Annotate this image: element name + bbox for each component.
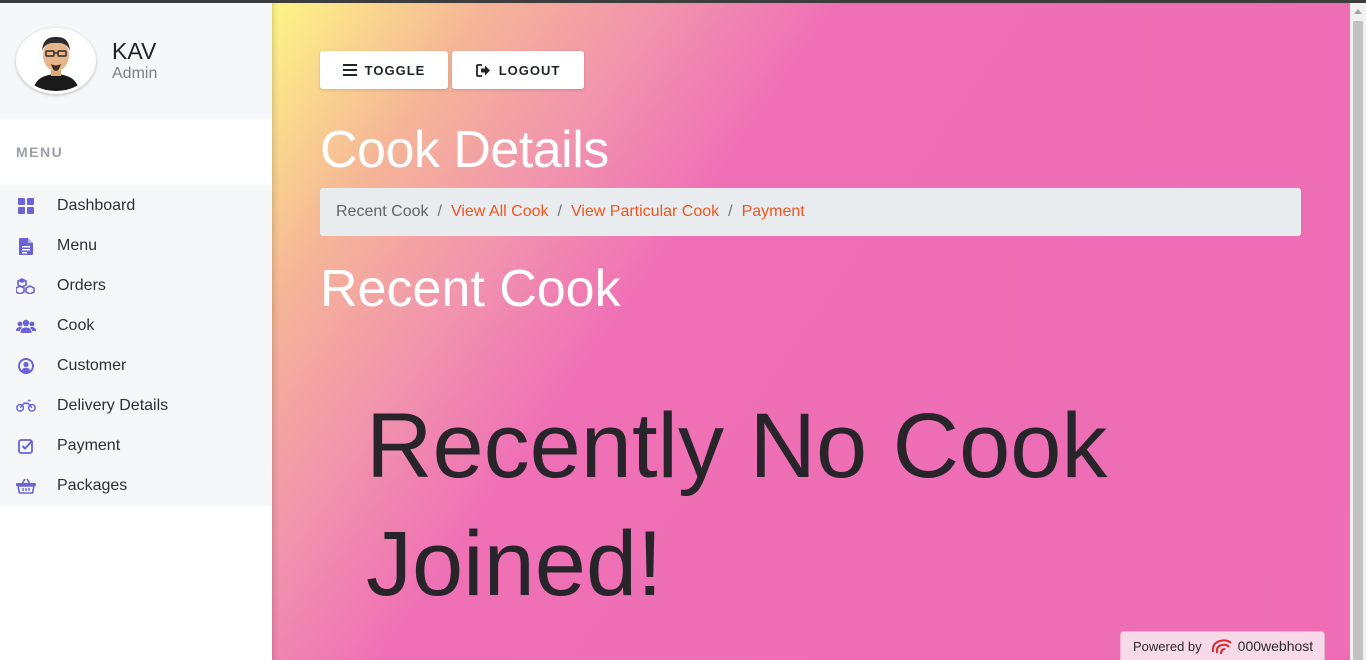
hamburger-icon xyxy=(342,64,357,76)
breadcrumb-link-view-particular-cook[interactable]: View Particular Cook xyxy=(571,203,719,221)
breadcrumb-current: Recent Cook xyxy=(336,203,429,220)
main-content: TOGGLE LOGOUT Cook Details Recent Cook /… xyxy=(272,3,1350,660)
sidebar-item-label: Payment xyxy=(57,437,121,454)
check-square-icon xyxy=(16,436,36,456)
vertical-scrollbar[interactable] xyxy=(1350,3,1366,660)
document-icon xyxy=(16,236,36,256)
avatar[interactable] xyxy=(16,28,96,94)
sidebar-item-label: Dashboard xyxy=(57,197,136,214)
users-icon xyxy=(16,316,36,336)
toggle-button[interactable]: TOGGLE xyxy=(320,51,448,89)
sidebar-item-cook[interactable]: Cook xyxy=(0,306,272,346)
sidebar: KAV Admin MENU Dashboard Menu Orders Coo… xyxy=(0,3,272,660)
sidebar-item-dashboard[interactable]: Dashboard xyxy=(0,186,272,226)
profile-card: KAV Admin xyxy=(0,3,272,119)
sidebar-item-packages[interactable]: Packages xyxy=(0,466,272,506)
logout-button[interactable]: LOGOUT xyxy=(452,51,584,89)
sidebar-item-delivery-details[interactable]: Delivery Details xyxy=(0,386,272,426)
sidebar-item-label: Delivery Details xyxy=(57,397,169,414)
sidebar-item-label: Orders xyxy=(57,277,106,294)
scrollbar-thumb[interactable] xyxy=(1353,21,1363,660)
sidebar-item-label: Packages xyxy=(57,477,128,494)
scroll-up-arrow-icon[interactable] xyxy=(1350,3,1366,20)
sidebar-item-label: Customer xyxy=(57,357,127,374)
breadcrumb-separator: / xyxy=(437,203,442,220)
sidebar-item-label: Cook xyxy=(57,317,95,334)
sidebar-item-customer[interactable]: Customer xyxy=(0,346,272,386)
sign-out-icon xyxy=(475,63,490,77)
profile-role: Admin xyxy=(112,65,158,82)
sidebar-item-payment[interactable]: Payment xyxy=(0,426,272,466)
user-circle-icon xyxy=(16,356,36,376)
profile-name: KAV xyxy=(112,38,157,64)
breadcrumb: Recent Cook / View All Cook / View Parti… xyxy=(320,188,1301,236)
logout-label: LOGOUT xyxy=(498,62,561,78)
section-title: Recent Cook xyxy=(320,260,621,318)
toggle-label: TOGGLE xyxy=(364,62,426,78)
powered-by-label: Powered by xyxy=(1133,638,1202,654)
sidebar-nav: Dashboard Menu Orders Cook Customer Deli… xyxy=(0,185,272,506)
sidebar-item-menu[interactable]: Menu xyxy=(0,226,272,266)
sidebar-item-orders[interactable]: Orders xyxy=(0,266,272,306)
dashboard-icon xyxy=(16,196,36,216)
breadcrumb-link-payment[interactable]: Payment xyxy=(742,203,805,221)
page-title: Cook Details xyxy=(320,121,609,179)
webhost-logo-icon xyxy=(1211,639,1232,655)
cubes-icon xyxy=(16,276,36,296)
empty-state-message: Recently No Cook Joined! xyxy=(366,395,1108,615)
window-top-border xyxy=(0,0,1366,3)
basket-icon xyxy=(16,476,36,496)
breadcrumb-link-view-all-cook[interactable]: View All Cook xyxy=(451,203,549,221)
menu-heading: MENU xyxy=(0,119,272,185)
motorcycle-icon xyxy=(16,396,36,416)
breadcrumb-separator: / xyxy=(557,203,562,220)
powered-by-badge[interactable]: Powered by 000webhost xyxy=(1120,631,1325,660)
toolbar: TOGGLE LOGOUT xyxy=(320,51,584,89)
webhost-brand: 000webhost xyxy=(1237,638,1314,654)
sidebar-item-label: Menu xyxy=(57,237,98,254)
breadcrumb-separator: / xyxy=(728,203,733,220)
